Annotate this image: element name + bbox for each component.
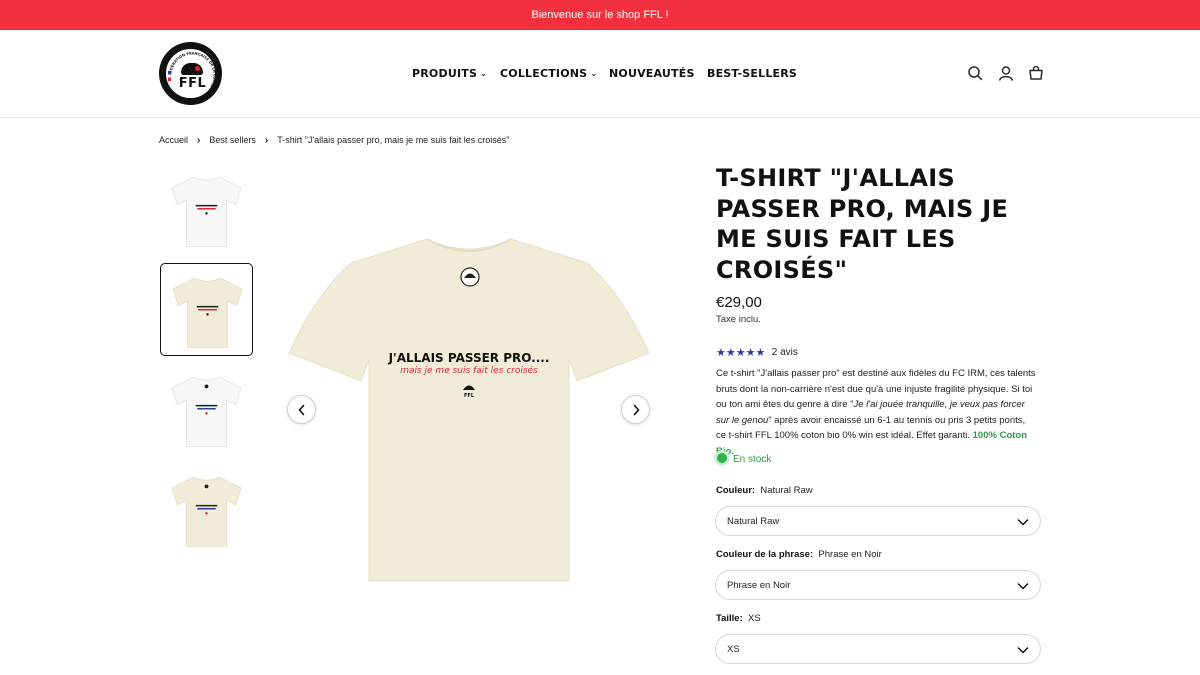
color-option-label: Couleur: Natural Raw	[716, 485, 813, 496]
neck-logo-icon	[460, 267, 480, 287]
chevron-right-icon	[633, 404, 640, 416]
breadcrumb-current: T-shirt "J'allais passer pro, mais je me…	[277, 135, 510, 145]
option-value: Natural Raw	[760, 485, 813, 496]
option-name: Couleur:	[716, 485, 756, 496]
chevron-down-icon	[1017, 583, 1029, 590]
nav-item-collections[interactable]: COLLECTIONS ⌄	[500, 67, 597, 80]
option-name: Couleur de la phrase:	[716, 549, 814, 560]
stock-label: En stock	[733, 454, 772, 465]
stock-status: En stock	[716, 453, 771, 465]
nav-item-best-sellers[interactable]: BEST-SELLERS	[707, 67, 797, 80]
site-header: FÉDÉRATION FRANÇAISE DE LA LOOSE FFL PRO…	[0, 30, 1200, 118]
phrase-color-option-label: Couleur de la phrase: Phrase en Noir	[716, 549, 882, 560]
chevron-down-icon: ⌄	[590, 69, 598, 78]
gallery-next-button[interactable]	[621, 395, 650, 424]
select-value: Natural Raw	[727, 516, 780, 527]
nav-item-nouveautes[interactable]: NOUVEAUTÉS	[609, 67, 695, 80]
option-value: Phrase en Noir	[818, 549, 882, 560]
logo-badge: FÉDÉRATION FRANÇAISE DE LA LOOSE FFL	[164, 47, 217, 100]
nav-item-label: NOUVEAUTÉS	[609, 67, 695, 80]
in-stock-dot-icon	[717, 453, 727, 463]
option-value: XS	[748, 613, 761, 624]
logo-text: FFL	[178, 76, 207, 91]
reviews-count: 2 avis	[771, 347, 798, 359]
chevron-down-icon	[1017, 519, 1029, 526]
chevron-left-icon	[298, 404, 305, 416]
phrase-color-select[interactable]: Phrase en Noir	[715, 570, 1041, 600]
gallery-thumbnail[interactable]	[160, 463, 253, 556]
product-title: T-SHIRT "J'ALLAIS PASSER PRO, MAIS JE ME…	[716, 164, 1009, 284]
print-brand: FFL	[464, 393, 475, 399]
select-value: XS	[727, 644, 740, 655]
breadcrumb-home-link[interactable]: Accueil	[159, 135, 188, 145]
chevron-down-icon: ⌄	[480, 69, 487, 78]
search-icon[interactable]	[967, 65, 983, 81]
option-name: Taille:	[716, 613, 743, 624]
main-product-image: J'ALLAIS PASSER PRO.... mais je me suis …	[288, 238, 650, 582]
account-icon[interactable]	[998, 65, 1014, 81]
print-line1: J'ALLAIS PASSER PRO....	[388, 351, 550, 365]
tax-note: Taxe inclu.	[716, 314, 761, 325]
select-value: Phrase en Noir	[727, 580, 791, 591]
tshirt-thumbnail-image	[171, 176, 242, 247]
size-option-label: Taille: XS	[716, 613, 761, 624]
nav-item-label: PRODUITS	[412, 67, 478, 80]
product-price: €29,00	[716, 294, 762, 311]
announcement-text: Bienvenue sur le shop FFL !	[531, 9, 669, 21]
site-logo[interactable]: FÉDÉRATION FRANÇAISE DE LA LOOSE FFL	[159, 42, 222, 105]
chevron-right-icon: ›	[197, 135, 201, 146]
print-line2: mais je me suis fait les croisés	[400, 365, 538, 376]
color-select[interactable]: Natural Raw	[715, 506, 1041, 536]
gallery-thumbnail-selected[interactable]	[160, 263, 253, 356]
breadcrumb-best-sellers-link[interactable]: Best sellers	[209, 135, 256, 145]
gallery-prev-button[interactable]	[287, 395, 316, 424]
logo-cap-icon	[181, 63, 203, 75]
star-rating-icon: ★★★★★	[716, 347, 766, 360]
chevron-down-icon	[1017, 647, 1029, 654]
gallery-thumbnail[interactable]	[160, 163, 253, 256]
cart-icon[interactable]	[1028, 65, 1044, 81]
gallery-thumbnail[interactable]	[160, 363, 253, 456]
size-select[interactable]: XS	[715, 634, 1041, 664]
product-description: Ce t-shirt "J'allais passer pro" est des…	[716, 366, 1036, 459]
chevron-right-icon: ›	[264, 135, 269, 146]
tshirt-thumbnail-image	[171, 476, 242, 547]
product-rating[interactable]: ★★★★★ 2 avis	[716, 344, 798, 360]
breadcrumb: Accueil › Best sellers › T-shirt "J'allais p…	[159, 135, 509, 146]
announcement-bar: Bienvenue sur le shop FFL !	[0, 0, 1200, 30]
nav-item-produits[interactable]: PRODUITS ⌄	[412, 67, 487, 80]
nav-item-label: BEST-SELLERS	[707, 67, 798, 80]
tshirt-thumbnail-image	[172, 277, 243, 348]
nav-item-label: COLLECTIONS	[500, 67, 588, 80]
tshirt-thumbnail-image	[171, 376, 242, 447]
